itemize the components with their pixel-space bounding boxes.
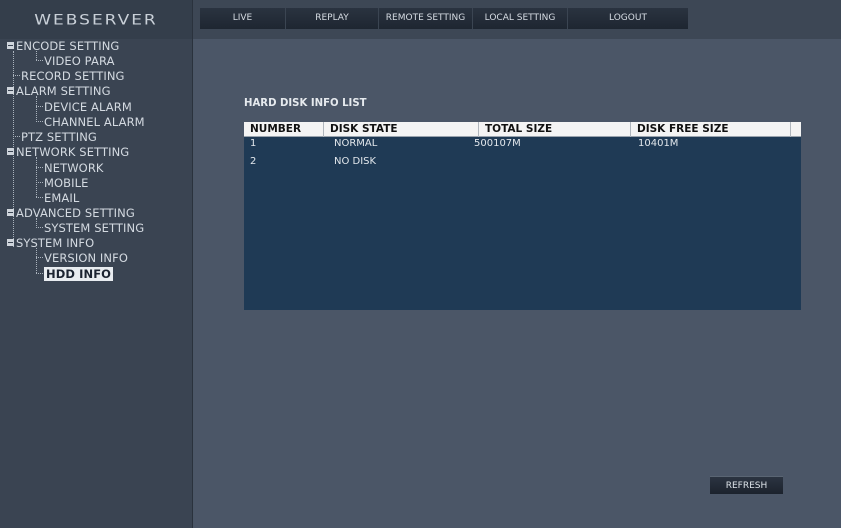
hdd-info-table: NUMBER DISK STATE TOTAL SIZE DISK FREE S… bbox=[244, 122, 801, 310]
sidebar-item-version-info[interactable]: VERSION INFO bbox=[36, 251, 128, 266]
column-header-total-size[interactable]: TOTAL SIZE bbox=[479, 122, 631, 137]
menu-replay[interactable]: REPLAY bbox=[286, 8, 379, 29]
table-row[interactable]: 2 NO DISK bbox=[244, 156, 801, 168]
column-header-number[interactable]: NUMBER bbox=[244, 122, 324, 137]
top-bar: WEBSERVER LIVE REPLAY REMOTE SETTING LOC… bbox=[0, 0, 841, 39]
sidebar-item-video-para[interactable]: VIDEO PARA bbox=[36, 54, 115, 69]
menu-remote-setting[interactable]: REMOTE SETTING bbox=[379, 8, 473, 29]
sidebar-item-email[interactable]: EMAIL bbox=[36, 191, 79, 206]
sidebar-item-system-info[interactable]: SYSTEM INFO bbox=[7, 236, 94, 251]
logo: WEBSERVER bbox=[0, 0, 193, 39]
cell-free-size bbox=[632, 156, 638, 168]
sidebar-item-hdd-info[interactable]: HDD INFO bbox=[36, 267, 114, 282]
sidebar-item-alarm-setting[interactable]: ALARM SETTING bbox=[7, 84, 111, 99]
table-row[interactable]: 1 NORMAL 500107M 10401M bbox=[244, 138, 801, 150]
menu-live[interactable]: LIVE bbox=[200, 8, 286, 29]
collapse-icon[interactable] bbox=[7, 42, 14, 49]
sidebar-item-encode-setting[interactable]: ENCODE SETTING bbox=[7, 39, 119, 54]
collapse-icon[interactable] bbox=[7, 148, 14, 155]
sidebar-item-device-alarm[interactable]: DEVICE ALARM bbox=[36, 100, 132, 115]
collapse-icon[interactable] bbox=[7, 239, 14, 246]
sidebar-item-network[interactable]: NETWORK bbox=[36, 161, 104, 176]
sidebar-item-channel-alarm[interactable]: CHANNEL ALARM bbox=[36, 115, 145, 130]
column-header-disk-state[interactable]: DISK STATE bbox=[324, 122, 479, 137]
sidebar-item-ptz-setting[interactable]: PTZ SETTING bbox=[13, 130, 97, 145]
cell-total-size: 500107M bbox=[474, 138, 521, 149]
sidebar-item-mobile[interactable]: MOBILE bbox=[36, 176, 89, 191]
collapse-icon[interactable] bbox=[7, 209, 14, 216]
cell-number: 1 bbox=[250, 138, 257, 149]
sidebar-item-system-setting[interactable]: SYSTEM SETTING bbox=[36, 221, 144, 236]
cell-number: 2 bbox=[250, 156, 257, 167]
sidebar-tree: ENCODE SETTING VIDEO PARA RECORD SETTING… bbox=[0, 39, 193, 528]
collapse-icon[interactable] bbox=[7, 87, 14, 94]
cell-free-size: 10401M bbox=[638, 138, 679, 149]
cell-disk-state: NORMAL bbox=[334, 138, 378, 149]
sidebar-item-network-setting[interactable]: NETWORK SETTING bbox=[7, 145, 129, 160]
cell-disk-state: NO DISK bbox=[334, 156, 377, 167]
menu-logout[interactable]: LOGOUT bbox=[568, 8, 688, 29]
main-menu: LIVE REPLAY REMOTE SETTING LOCAL SETTING… bbox=[200, 8, 688, 29]
menu-local-setting[interactable]: LOCAL SETTING bbox=[473, 8, 568, 29]
main-panel: HARD DISK INFO LIST NUMBER DISK STATE TO… bbox=[194, 39, 841, 528]
column-header-disk-free-size[interactable]: DISK FREE SIZE bbox=[631, 122, 791, 137]
refresh-button[interactable]: REFRESH bbox=[710, 476, 783, 494]
table-header: NUMBER DISK STATE TOTAL SIZE DISK FREE S… bbox=[244, 122, 801, 137]
cell-total-size bbox=[468, 156, 474, 168]
logo-text: WEBSERVER bbox=[34, 11, 158, 28]
page-title: HARD DISK INFO LIST bbox=[244, 96, 367, 109]
sidebar-item-advanced-setting[interactable]: ADVANCED SETTING bbox=[7, 206, 135, 221]
sidebar-item-record-setting[interactable]: RECORD SETTING bbox=[13, 69, 125, 84]
